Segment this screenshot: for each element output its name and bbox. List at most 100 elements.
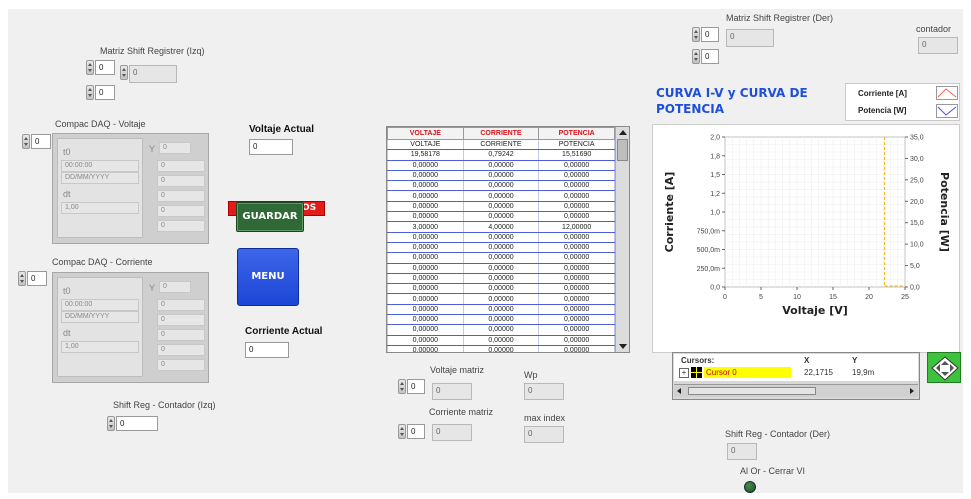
shift-contador-izq-spin[interactable]	[107, 416, 115, 431]
guardar-button[interactable]: GUARDAR	[236, 202, 304, 232]
table-row[interactable]: 0,00000 0,00000 0,00000	[387, 293, 615, 305]
table-cell[interactable]: 0,00000	[462, 334, 540, 346]
shift-izq-index1[interactable]: 0	[95, 60, 115, 75]
table-cell[interactable]: 0,00000	[462, 200, 540, 213]
table-cell[interactable]: 0,00000	[462, 344, 540, 352]
table-cell[interactable]: 19,58178	[387, 149, 464, 161]
table-cell[interactable]: 12,00000	[538, 221, 615, 233]
table-cell[interactable]: 0,00000	[387, 180, 464, 192]
voltaje-matriz-index[interactable]: 0	[407, 379, 425, 394]
table-row[interactable]: 0,00000 0,00000 0,00000	[387, 231, 615, 243]
table-cell[interactable]: 0,00000	[538, 190, 615, 202]
table-scrollbar[interactable]	[615, 127, 629, 352]
table-cell[interactable]: 0,00000	[462, 169, 540, 182]
table-cell[interactable]: 0,00000	[462, 252, 540, 264]
table-cell[interactable]: 0,00000	[387, 252, 464, 264]
table-cell[interactable]: 4,00000	[462, 221, 540, 233]
table-row[interactable]: 3,00000 4,00000 12,00000	[387, 221, 615, 233]
table-cell[interactable]: 0,00000	[387, 241, 464, 254]
table-row[interactable]: 0,00000 0,00000 0,00000	[387, 252, 615, 264]
cursor-expand-icon[interactable]: +	[679, 368, 689, 378]
scroll-left-icon[interactable]	[677, 388, 681, 394]
table-cell[interactable]: 0,00000	[538, 211, 615, 223]
table-row[interactable]: 0,00000 0,00000 0,00000	[387, 334, 615, 346]
chart-area[interactable]: 0 5 10 15 20 25 0,0 250,0m 500,0m 750,0m 1,0 1,2 1,5…	[652, 124, 960, 353]
table-cell[interactable]: 0,00000	[387, 303, 464, 316]
table-row[interactable]: VOLTAJE CORRIENTE POTENCIA	[387, 138, 615, 151]
table-cell[interactable]: 0,00000	[538, 303, 615, 316]
y-index[interactable]: 0	[159, 142, 191, 154]
table-cell[interactable]: 0,00000	[387, 190, 464, 202]
table-cell[interactable]: 0,00000	[387, 200, 464, 213]
table-cell[interactable]: 0,00000	[538, 334, 615, 346]
shift-der-index2-spin[interactable]	[692, 49, 700, 64]
daq-voltaje-index[interactable]: 0	[31, 134, 51, 149]
table-cell[interactable]: 0,00000	[387, 334, 464, 346]
data-table[interactable]: VOLTAJE CORRIENTE POTENCIA VOLTAJE CORRIE…	[386, 126, 630, 353]
y-index[interactable]: 0	[159, 281, 191, 293]
table-cell[interactable]: 0,00000	[462, 231, 540, 243]
daq-corriente-index-spin[interactable]	[18, 271, 26, 286]
shift-der-index1-spin[interactable]	[692, 27, 700, 42]
menu-button[interactable]: MENU	[237, 248, 299, 306]
cursor-hscroll-thumb[interactable]	[688, 387, 816, 395]
scroll-up-icon[interactable]	[619, 130, 627, 135]
table-cell[interactable]: 0,00000	[387, 324, 464, 336]
table-cell[interactable]: 0,00000	[538, 169, 615, 182]
table-row[interactable]: 0,00000 0,00000 0,00000	[387, 180, 615, 192]
table-cell[interactable]: 0,00000	[538, 344, 615, 352]
table-row[interactable]: 0,00000 0,00000 0,00000	[387, 159, 615, 171]
table-cell[interactable]: 0,79242	[462, 149, 540, 161]
table-cell[interactable]: 0,00000	[538, 231, 615, 243]
shift-izq-index1-spin[interactable]	[86, 60, 94, 75]
table-row[interactable]: 0,00000 0,00000 0,00000	[387, 272, 615, 285]
table-cell[interactable]: 0,00000	[387, 159, 464, 171]
table-cell[interactable]: 0,00000	[387, 211, 464, 223]
scroll-down-icon[interactable]	[619, 344, 627, 349]
table-cell[interactable]: 0,00000	[538, 272, 615, 285]
shift-izq-index2[interactable]: 0	[95, 85, 115, 100]
table-cell[interactable]: 0,00000	[387, 344, 464, 352]
table-cell[interactable]: 0,00000	[538, 314, 615, 326]
table-cell[interactable]: 0,00000	[387, 262, 464, 274]
table-cell[interactable]: 0,00000	[462, 324, 540, 336]
shift-der-index2[interactable]: 0	[701, 49, 719, 64]
table-cell[interactable]: 0,00000	[538, 283, 615, 295]
corriente-matriz-index[interactable]: 0	[407, 424, 425, 439]
table-cell[interactable]: 0,00000	[462, 314, 540, 326]
table-cell[interactable]: 0,00000	[462, 180, 540, 192]
table-row[interactable]: 0,00000 0,00000 0,00000	[387, 169, 615, 182]
table-cell[interactable]: 0,00000	[462, 241, 540, 254]
table-cell[interactable]: CORRIENTE	[462, 138, 540, 151]
table-cell[interactable]: VOLTAJE	[387, 138, 464, 151]
table-cell[interactable]: 0,00000	[387, 169, 464, 182]
shift-contador-izq-value[interactable]: 0	[116, 416, 158, 431]
cursor-hscroll[interactable]	[674, 384, 918, 397]
table-row[interactable]: 19,58178 0,79242 15,51690	[387, 149, 615, 161]
table-cell[interactable]: 15,51690	[538, 149, 615, 161]
iv-power-chart[interactable]: 0 5 10 15 20 250,0250,0m500,0m750,0m1,01,21,5…	[653, 125, 959, 352]
table-cell[interactable]: 0,00000	[387, 231, 464, 243]
shift-izq-index2-spin[interactable]	[86, 85, 94, 100]
table-cell[interactable]: 0,00000	[387, 272, 464, 285]
cursor-move-button[interactable]	[927, 352, 961, 383]
table-cell[interactable]: 0,00000	[538, 324, 615, 336]
table-cell[interactable]: 0,00000	[462, 303, 540, 316]
table-cell[interactable]: 0,00000	[387, 293, 464, 305]
table-cell[interactable]: 0,00000	[538, 200, 615, 213]
table-cell[interactable]: 0,00000	[538, 252, 615, 264]
table-cell[interactable]: POTENCIA	[538, 138, 615, 151]
scroll-right-icon[interactable]	[910, 388, 914, 394]
table-cell[interactable]: 0,00000	[538, 293, 615, 305]
table-row[interactable]: 0,00000 0,00000 0,00000	[387, 344, 615, 352]
table-cell[interactable]: 0,00000	[387, 314, 464, 326]
table-cell[interactable]: 0,00000	[462, 293, 540, 305]
corriente-matriz-spin[interactable]	[398, 424, 406, 439]
daq-corriente-index[interactable]: 0	[27, 271, 47, 286]
table-cell[interactable]: 0,00000	[462, 159, 540, 171]
table-cell[interactable]: 3,00000	[387, 221, 464, 233]
cursor-name[interactable]: Cursor 0	[704, 367, 791, 378]
table-row[interactable]: 0,00000 0,00000 0,00000	[387, 200, 615, 213]
daq-voltaje-index-spin[interactable]	[22, 134, 30, 149]
shift-der-index1[interactable]: 0	[701, 27, 719, 42]
